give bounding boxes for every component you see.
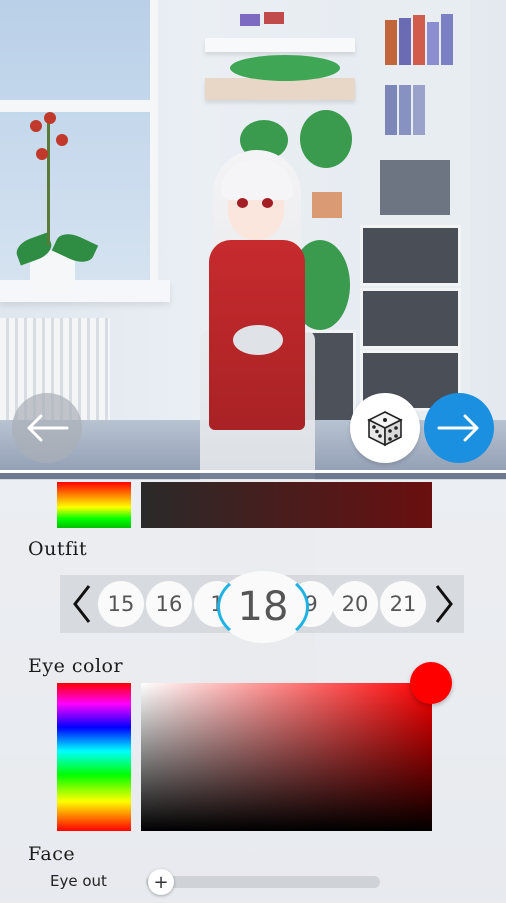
book: [441, 14, 453, 65]
shelf-plants: [230, 55, 340, 81]
panel-divider: [0, 473, 506, 479]
outfit-selector[interactable]: 15 16 1 9 20 21 18: [60, 571, 464, 643]
book: [399, 85, 411, 135]
character-eye: [262, 198, 273, 208]
window-frame: [0, 100, 150, 112]
outfit-option[interactable]: 21: [380, 581, 426, 627]
book: [385, 85, 397, 135]
eye-color-label: Eye color: [28, 655, 124, 677]
back-button[interactable]: [12, 393, 82, 463]
book: [399, 18, 411, 65]
arrow-left-icon: [27, 414, 69, 442]
book: [385, 20, 397, 65]
plus-icon: +: [153, 871, 169, 893]
eye-color-handle[interactable]: [410, 662, 452, 704]
chevron-right-icon: [435, 585, 453, 623]
outfit-option[interactable]: 15: [98, 581, 144, 627]
flower: [30, 120, 42, 132]
flower: [56, 134, 68, 146]
next-button[interactable]: [424, 393, 494, 463]
flower: [36, 148, 48, 160]
books: [380, 160, 450, 215]
drawer: [360, 288, 461, 349]
shelf: [205, 78, 355, 100]
drawer: [360, 225, 461, 286]
eye-color-box[interactable]: [141, 683, 432, 831]
flower-stem: [47, 120, 50, 245]
shelf-item: [240, 14, 260, 26]
face-label: Face: [28, 843, 76, 865]
eye-out-label: Eye out: [50, 872, 107, 890]
shelf: [205, 38, 355, 52]
outfit-option[interactable]: 20: [332, 581, 378, 627]
eye-hue-strip[interactable]: [57, 683, 131, 831]
outfit-option[interactable]: 16: [146, 581, 192, 627]
character-bow: [233, 325, 283, 355]
chevron-left-icon: [73, 585, 91, 623]
dice-icon: [367, 411, 403, 447]
outfit-prev-button[interactable]: [62, 575, 102, 633]
outfit-next-button[interactable]: [424, 575, 464, 633]
book: [427, 22, 439, 65]
hair-color-box[interactable]: [141, 482, 432, 528]
shelf-item: [264, 12, 284, 24]
book: [413, 15, 425, 65]
hair-hue-strip[interactable]: [57, 482, 131, 528]
eye-out-slider-knob[interactable]: +: [148, 869, 174, 895]
outfit-option-selected[interactable]: 18: [217, 571, 309, 643]
arrow-right-icon: [437, 414, 479, 442]
window-sill: [0, 280, 170, 302]
randomize-button[interactable]: [350, 393, 420, 463]
book: [413, 85, 425, 135]
flower: [44, 112, 56, 124]
character-eye: [237, 198, 248, 208]
eye-out-slider[interactable]: [146, 876, 380, 888]
outfit-label: Outfit: [28, 538, 88, 560]
